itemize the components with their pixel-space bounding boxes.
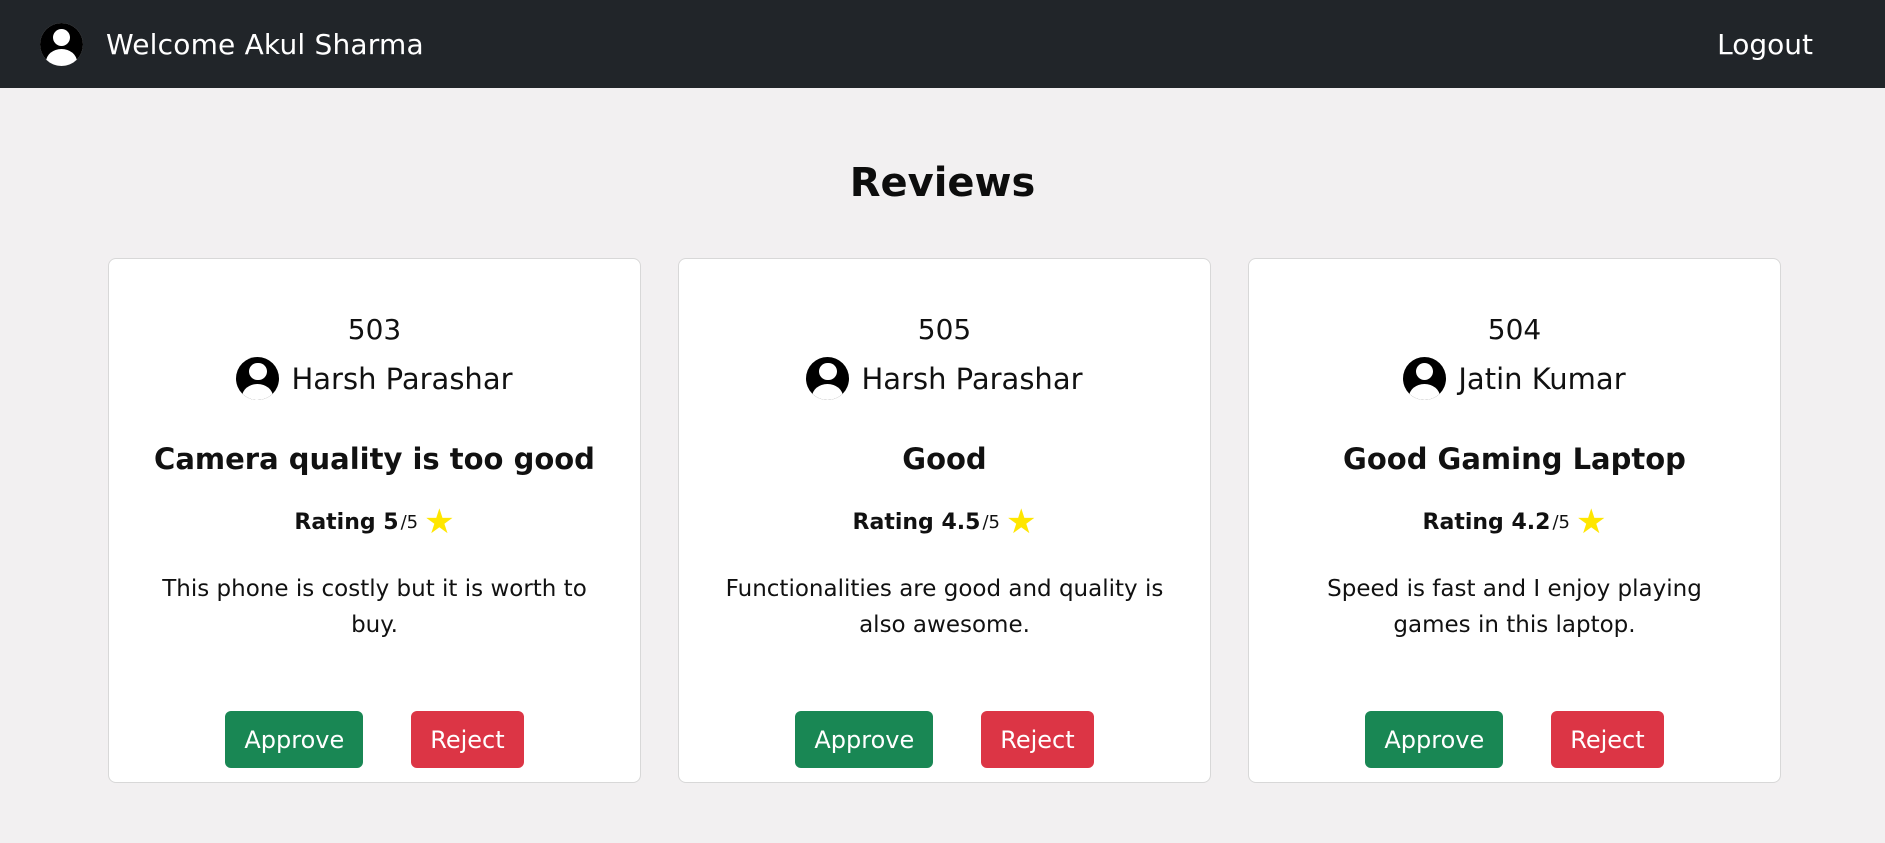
approve-button[interactable]: Approve — [225, 711, 364, 768]
author-name: Harsh Parashar — [861, 361, 1083, 396]
review-card: 503 Harsh Parashar Camera quality is too… — [108, 258, 641, 783]
star-icon: ★ — [424, 502, 455, 542]
review-rating: Rating 4.2 /5 ★ — [1249, 505, 1780, 539]
review-card-list: 503 Harsh Parashar Camera quality is too… — [108, 258, 1781, 783]
review-id: 505 — [917, 313, 972, 346]
review-author: Harsh Parashar — [679, 357, 1210, 400]
review-id: 504 — [1487, 313, 1542, 346]
review-actions: Approve Reject — [679, 711, 1210, 768]
author-name: Jatin Kumar — [1458, 361, 1626, 396]
rating-value: Rating 5 — [294, 509, 399, 535]
rating-value: Rating 4.2 — [1422, 509, 1551, 535]
star-icon: ★ — [1005, 502, 1037, 542]
review-rating: Rating 4.5 /5 ★ — [679, 505, 1210, 539]
rating-max: /5 — [400, 511, 419, 533]
rating-max: /5 — [1552, 511, 1570, 533]
review-title: Camera quality is too good — [154, 442, 595, 476]
review-id: 503 — [347, 313, 402, 346]
review-title: Good Gaming Laptop — [1343, 442, 1686, 476]
user-circle-icon — [40, 22, 83, 66]
review-text: Speed is fast and I enjoy playing games … — [1327, 576, 1702, 638]
approve-button[interactable]: Approve — [795, 711, 934, 768]
user-avatar-icon — [806, 357, 850, 400]
review-card: 504 Jatin Kumar Good Gaming Laptop Ratin… — [1248, 258, 1781, 783]
navbar-user-section: Welcome Akul Sharma — [40, 22, 424, 66]
review-actions: Approve Reject — [109, 711, 640, 768]
rating-max: /5 — [982, 511, 1000, 533]
user-avatar-icon — [1403, 357, 1447, 400]
approve-button[interactable]: Approve — [1365, 711, 1504, 768]
top-navbar: Welcome Akul Sharma Logout — [0, 0, 1885, 88]
review-rating: Rating 5 /5 ★ — [109, 505, 640, 539]
page-title: Reviews — [849, 160, 1036, 206]
review-title: Good — [902, 442, 987, 476]
review-card: 505 Harsh Parashar Good Rating 4.5 /5 ★ … — [678, 258, 1211, 783]
author-name: Harsh Parashar — [291, 361, 513, 396]
review-text: Functionalities are good and quality is … — [725, 576, 1164, 638]
reject-button[interactable]: Reject — [1551, 711, 1664, 768]
review-author: Jatin Kumar — [1249, 357, 1780, 400]
review-text: This phone is costly but it is worth to … — [162, 576, 587, 638]
user-avatar-icon — [236, 357, 280, 400]
review-author: Harsh Parashar — [109, 357, 640, 400]
star-icon: ★ — [1575, 502, 1607, 542]
rating-value: Rating 4.5 — [852, 509, 981, 535]
logout-link[interactable]: Logout — [1717, 28, 1813, 61]
welcome-text: Welcome Akul Sharma — [106, 27, 424, 61]
reject-button[interactable]: Reject — [981, 711, 1094, 768]
reject-button[interactable]: Reject — [411, 711, 524, 768]
review-actions: Approve Reject — [1249, 711, 1780, 768]
